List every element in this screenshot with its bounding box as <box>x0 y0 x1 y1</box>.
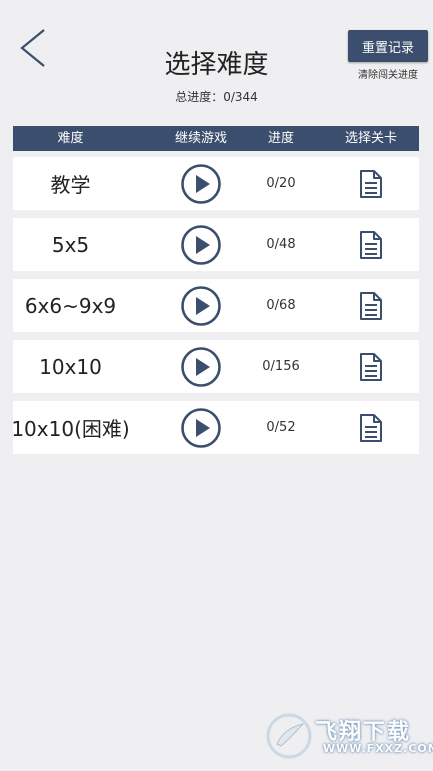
document-icon <box>360 292 382 320</box>
continue-game-button[interactable] <box>181 347 221 387</box>
level-progress: 0/156 <box>262 359 300 374</box>
watermark: 飞翔下载 WWW.FXXZ.COM <box>265 712 433 762</box>
play-circle-icon <box>181 347 221 387</box>
reset-record-button[interactable]: 重置记录 <box>348 30 428 62</box>
level-progress: 0/52 <box>266 420 296 435</box>
continue-game-button[interactable] <box>181 164 221 204</box>
difficulty-row-10x10[interactable]: 10x10 0/156 <box>13 340 419 393</box>
select-level-button[interactable] <box>359 413 383 443</box>
watermark-url: WWW.FXXZ.COM <box>323 742 433 755</box>
play-circle-icon <box>181 408 221 448</box>
select-level-button[interactable] <box>359 352 383 382</box>
document-icon <box>360 353 382 381</box>
level-progress: 0/68 <box>266 298 296 313</box>
column-header-difficulty: 难度 <box>57 131 84 146</box>
continue-game-button[interactable] <box>181 286 221 326</box>
difficulty-row-10x10-hard[interactable]: 10x10(困难) 0/52 <box>11 401 419 454</box>
document-icon <box>360 170 382 198</box>
difficulty-row-tutorial[interactable]: 教学 0/20 <box>13 157 419 210</box>
select-level-button[interactable] <box>359 230 383 260</box>
continue-game-button[interactable] <box>181 225 221 265</box>
level-progress: 0/20 <box>266 176 296 191</box>
reset-note: 清除闯关进度 <box>358 70 418 81</box>
column-header-select-level: 选择关卡 <box>344 131 397 146</box>
level-progress: 0/48 <box>266 237 296 252</box>
difficulty-name: 5x5 <box>51 232 90 257</box>
watermark-logo-icon <box>266 713 312 759</box>
total-progress: 总进度：0/344 <box>175 90 258 104</box>
difficulty-name: 教学 <box>50 173 91 197</box>
column-header-progress: 进度 <box>267 131 294 146</box>
play-circle-icon <box>181 164 221 204</box>
difficulty-name: 10x10 <box>39 354 102 379</box>
difficulty-name: 6x6~9x9 <box>24 293 117 318</box>
document-icon <box>360 231 382 259</box>
select-level-button[interactable] <box>359 169 383 199</box>
table-header: 难度 继续游戏 进度 选择关卡 <box>13 126 419 151</box>
play-circle-icon <box>181 286 221 326</box>
select-level-button[interactable] <box>359 291 383 321</box>
difficulty-row-5x5[interactable]: 5x5 0/48 <box>13 218 419 271</box>
difficulty-row-6x6-9x9[interactable]: 6x6~9x9 0/68 <box>13 279 419 332</box>
difficulty-name: 10x10(困难) <box>11 417 130 441</box>
continue-game-button[interactable] <box>181 408 221 448</box>
document-icon <box>360 414 382 442</box>
play-circle-icon <box>181 225 221 265</box>
column-header-continue: 继续游戏 <box>174 131 227 146</box>
